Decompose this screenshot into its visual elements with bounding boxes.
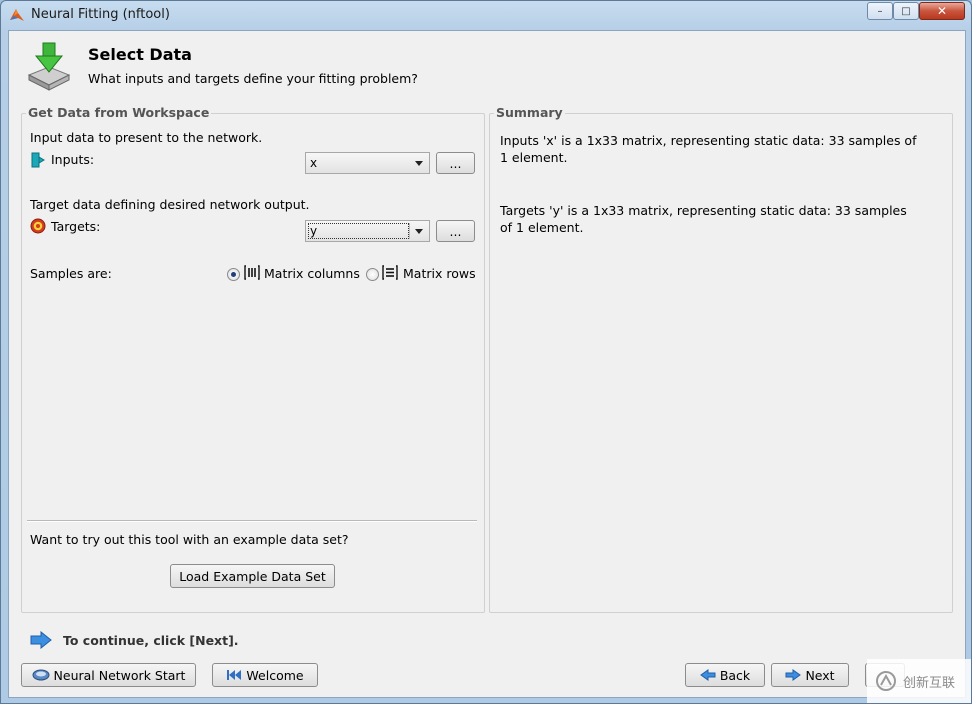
workspace-group-legend: Get Data from Workspace bbox=[26, 105, 212, 120]
title-bar[interactable]: Neural Fitting (nftool) – □ ✕ bbox=[1, 1, 971, 29]
example-prompt: Want to try out this tool with an exampl… bbox=[30, 532, 349, 547]
matrix-rows-radio[interactable] bbox=[366, 268, 379, 281]
page-subtitle: What inputs and targets define your fitt… bbox=[88, 71, 418, 86]
welcome-label: Welcome bbox=[246, 667, 304, 683]
dropdown-separator bbox=[409, 223, 410, 239]
targets-dropdown[interactable]: y bbox=[305, 220, 430, 242]
window-controls: – □ ✕ bbox=[867, 2, 965, 20]
inputs-label: Inputs: bbox=[51, 152, 95, 167]
welcome-button[interactable]: Welcome bbox=[212, 663, 318, 687]
target-description: Target data defining desired network out… bbox=[30, 197, 310, 212]
maximize-button[interactable]: □ bbox=[893, 2, 919, 20]
window-title: Neural Fitting (nftool) bbox=[31, 7, 170, 22]
matrix-rows-label[interactable]: Matrix rows bbox=[403, 266, 476, 281]
load-example-data-label: Load Example Data Set bbox=[179, 568, 326, 584]
targets-summary-text: Targets 'y' is a 1x33 matrix, representi… bbox=[500, 203, 907, 235]
inputs-browse-label: ... bbox=[449, 155, 462, 171]
chevron-down-icon bbox=[415, 229, 423, 234]
targets-dropdown-value: y bbox=[310, 224, 318, 238]
workspace-group: Get Data from Workspace Input data to pr… bbox=[21, 105, 485, 613]
next-button[interactable]: Next bbox=[771, 663, 849, 687]
matrix-columns-label[interactable]: Matrix columns bbox=[264, 266, 360, 281]
close-button[interactable]: ✕ bbox=[919, 2, 965, 20]
targets-browse-button[interactable]: ... bbox=[436, 220, 475, 242]
matrix-columns-icon bbox=[244, 265, 260, 280]
rewind-icon bbox=[227, 670, 242, 680]
summary-group: Summary Inputs 'x' is a 1x33 matrix, rep… bbox=[489, 105, 953, 613]
maximize-icon: □ bbox=[901, 5, 911, 17]
arrow-right-icon bbox=[785, 669, 802, 681]
dialog-client-area: Select Data What inputs and targets defi… bbox=[8, 30, 966, 698]
focus-outline bbox=[308, 223, 409, 239]
neural-network-start-button[interactable]: Neural Network Start bbox=[21, 663, 196, 687]
watermark-icon bbox=[876, 671, 896, 691]
chevron-down-icon bbox=[415, 161, 423, 166]
targets-label: Targets: bbox=[51, 219, 101, 234]
minimize-icon: – bbox=[877, 5, 883, 17]
app-window: Neural Fitting (nftool) – □ ✕ Select Dat… bbox=[0, 0, 972, 704]
divider bbox=[27, 520, 477, 522]
watermark-text: 创新互联 bbox=[903, 675, 956, 691]
neural-network-start-label: Neural Network Start bbox=[53, 667, 186, 683]
input-description: Input data to present to the network. bbox=[30, 130, 263, 145]
matrix-rows-icon bbox=[382, 265, 398, 280]
minimize-button[interactable]: – bbox=[867, 2, 893, 20]
inputs-dropdown[interactable]: x bbox=[305, 152, 430, 174]
close-icon: ✕ bbox=[936, 4, 948, 18]
load-example-data-button[interactable]: Load Example Data Set bbox=[170, 564, 335, 588]
arrow-left-icon bbox=[699, 669, 716, 681]
page-title: Select Data bbox=[88, 45, 192, 64]
inputs-dropdown-value: x bbox=[310, 156, 318, 170]
watermark-logo: 创新互联 bbox=[867, 659, 971, 703]
import-data-icon bbox=[27, 42, 71, 91]
targets-browse-label: ... bbox=[449, 223, 462, 239]
targets-icon bbox=[30, 218, 46, 234]
network-icon bbox=[32, 669, 50, 681]
continue-hint: To continue, click [Next]. bbox=[63, 633, 239, 648]
summary-group-legend: Summary bbox=[494, 105, 565, 120]
inputs-summary-text: Inputs 'x' is a 1x33 matrix, representin… bbox=[500, 133, 917, 165]
back-button[interactable]: Back bbox=[685, 663, 765, 687]
arrow-right-icon bbox=[30, 631, 52, 649]
samples-label: Samples are: bbox=[30, 266, 112, 281]
matlab-logo-icon bbox=[10, 9, 24, 21]
next-label: Next bbox=[805, 667, 835, 683]
matrix-columns-radio[interactable] bbox=[227, 268, 240, 281]
back-label: Back bbox=[719, 667, 751, 683]
inputs-browse-button[interactable]: ... bbox=[436, 152, 475, 174]
inputs-icon bbox=[31, 152, 45, 168]
